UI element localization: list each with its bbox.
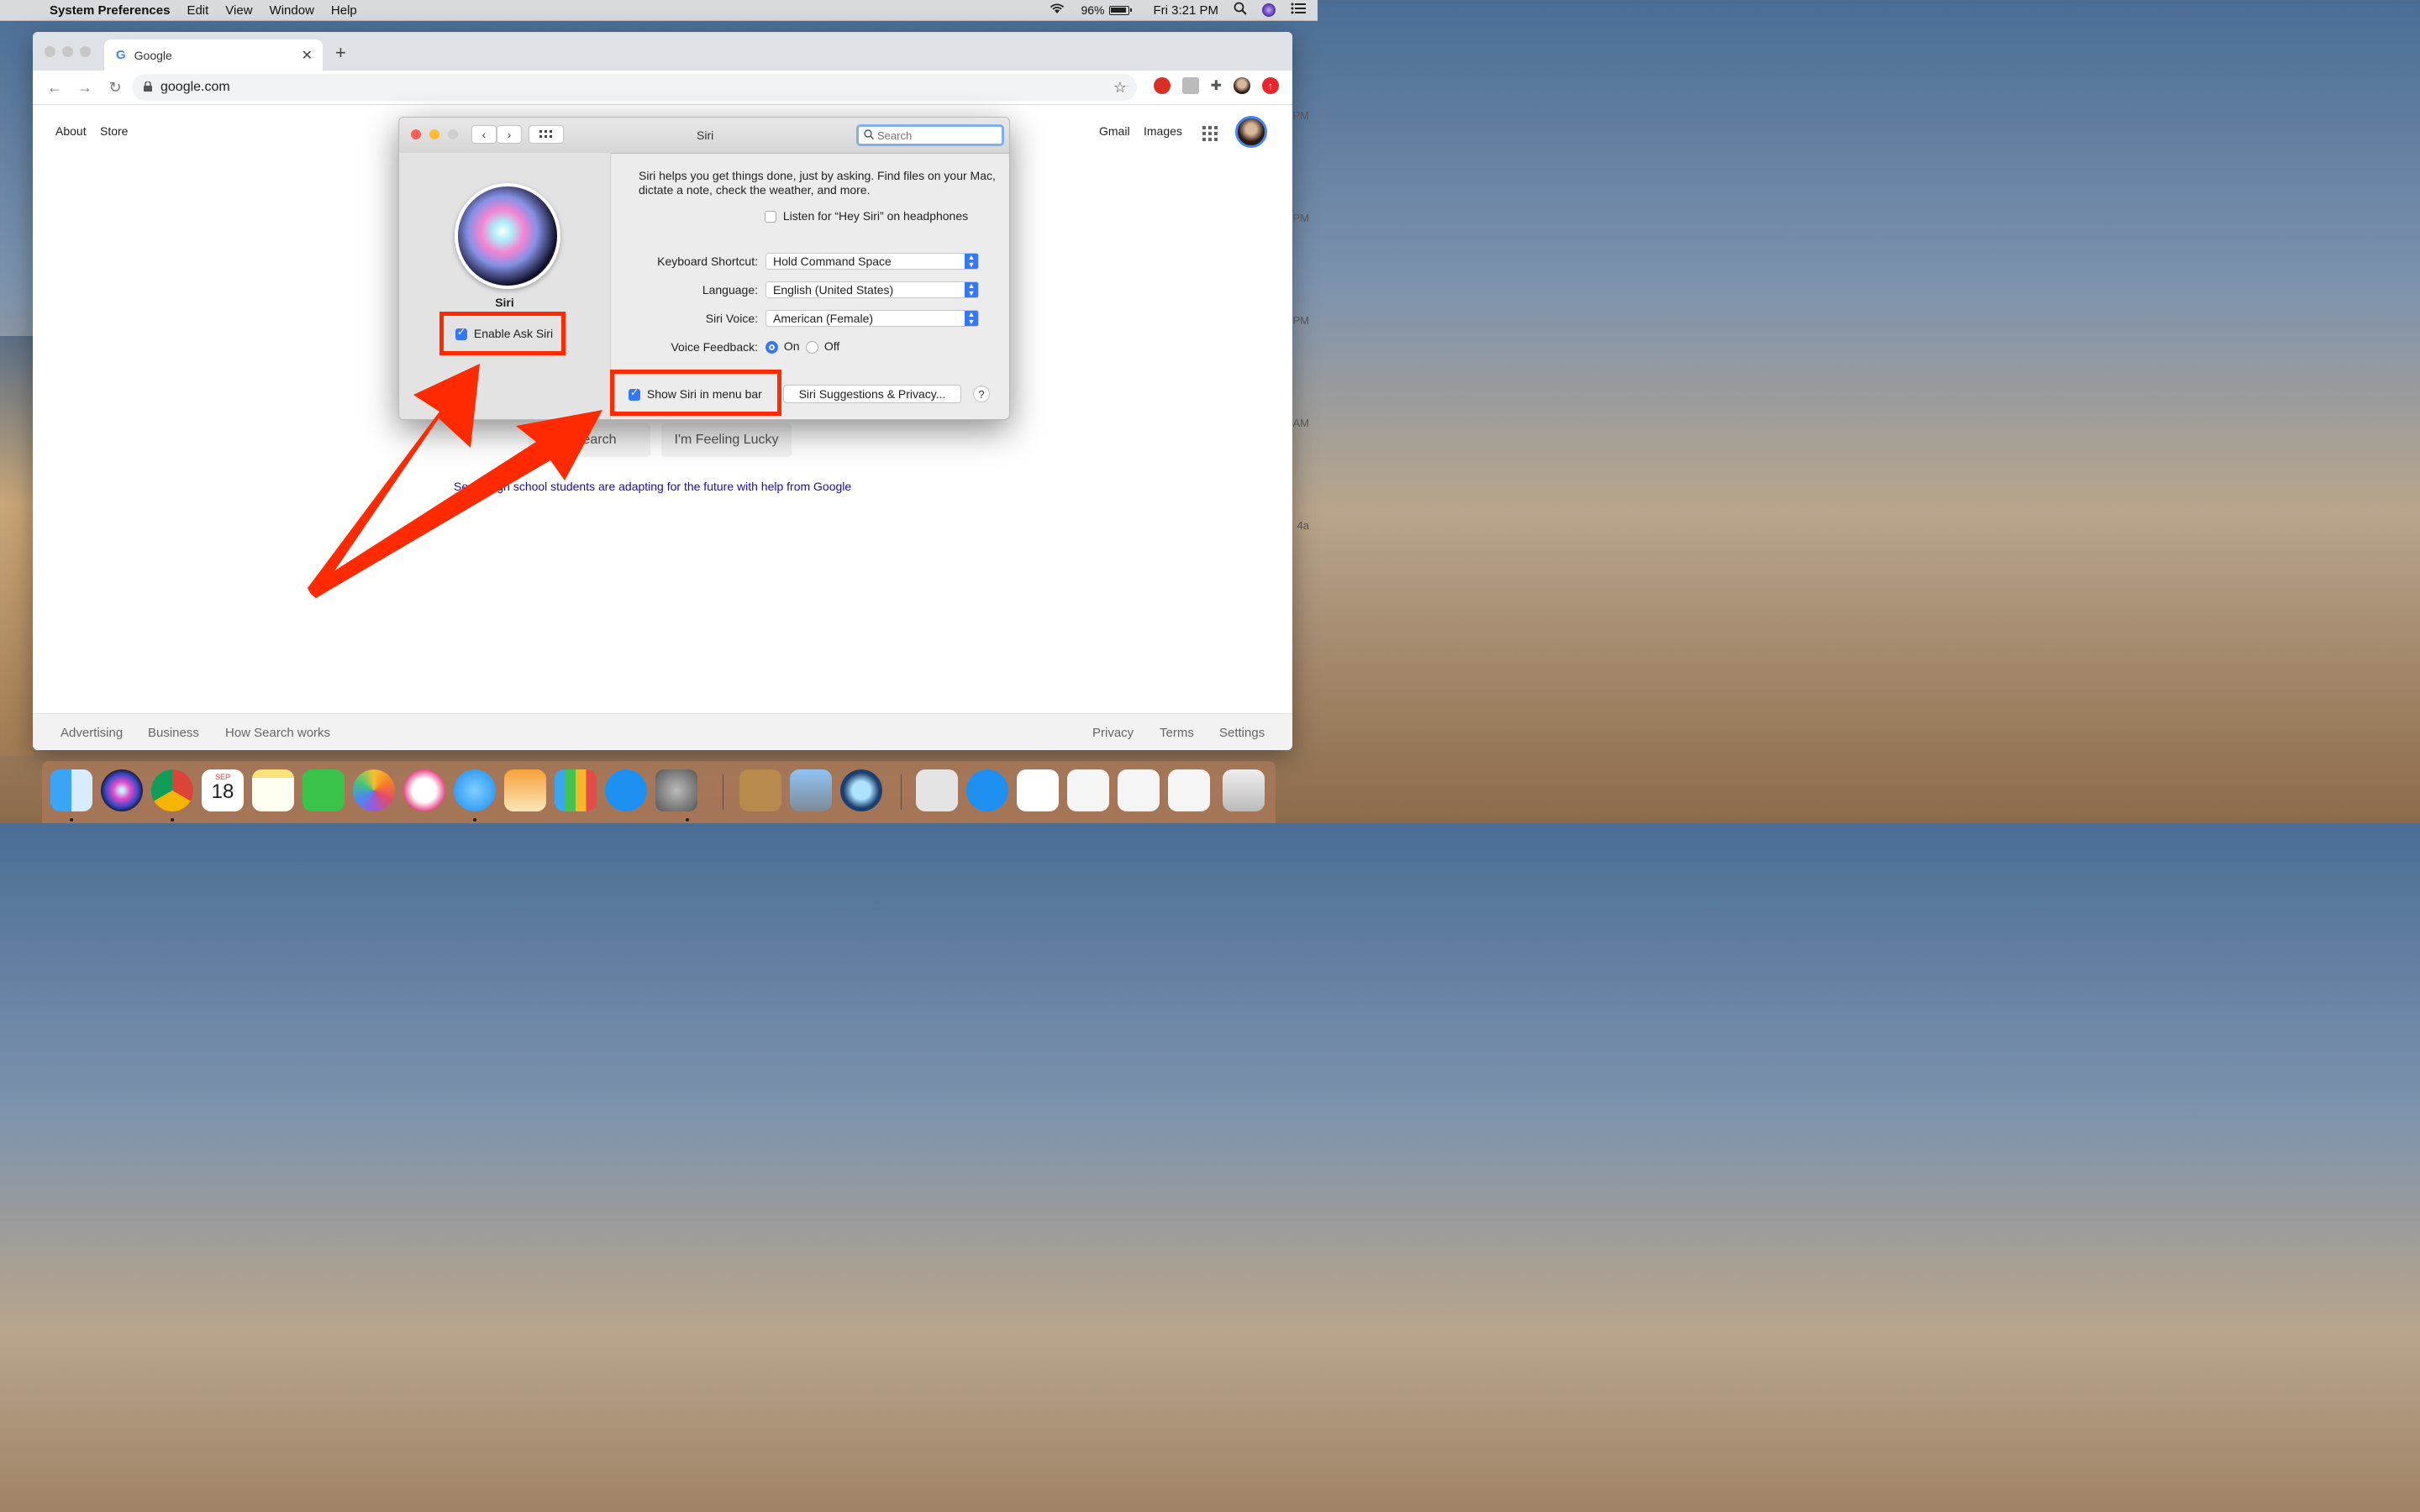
messages-icon[interactable] [454,769,496,811]
trash-icon[interactable] [1223,769,1265,811]
chrome-window-thumb-icon[interactable] [1168,769,1210,811]
document-icon[interactable] [1017,769,1059,811]
notes-icon[interactable] [252,769,294,811]
finder-icon[interactable] [50,769,92,811]
chrome-window-thumb-icon[interactable] [1118,769,1160,811]
arrow-to-enable-ask-siri [308,364,480,598]
numbers-icon[interactable] [555,769,597,811]
contacts-icon[interactable] [739,769,781,811]
running-indicator [70,818,73,822]
music-file-icon[interactable] [916,769,958,811]
facetime-icon[interactable] [302,769,345,811]
app-store-icon[interactable] [605,769,647,811]
chrome-dock-icon[interactable] [151,769,193,811]
calendar-day: 18 [211,780,234,803]
chrome-window-thumb-icon[interactable] [1067,769,1109,811]
dock-separator [901,774,902,810]
itunes-icon[interactable] [403,769,445,811]
siri-dock-icon[interactable] [101,769,143,811]
calendar-icon[interactable]: SEP 18 [202,769,244,811]
photos-icon[interactable] [353,769,395,811]
app-store-download-icon[interactable] [966,769,1008,811]
pages-icon[interactable] [504,769,546,811]
quicktime-icon[interactable] [840,769,882,811]
running-indicator [473,818,476,822]
running-indicator [686,818,689,822]
running-indicator [171,818,174,822]
dock: SEP 18 [42,761,1276,823]
system-preferences-icon[interactable] [655,769,697,811]
annotation-arrows [308,364,602,598]
preview-icon[interactable] [790,769,832,811]
arrow-to-menu-bar [308,410,602,598]
